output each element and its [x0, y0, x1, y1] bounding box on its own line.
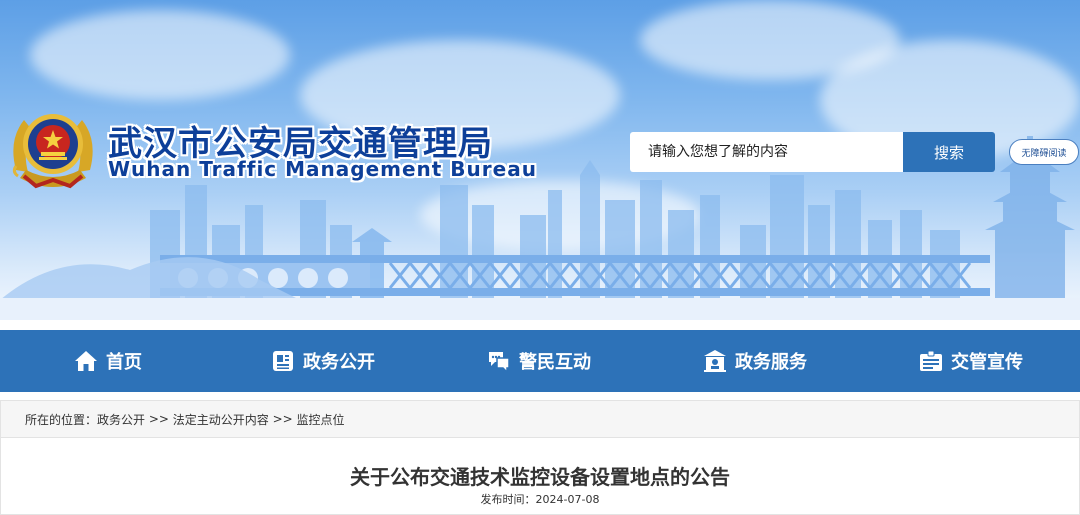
nav-item-label: 政务服务	[735, 352, 807, 373]
breadcrumb-separator: >>	[145, 412, 173, 426]
publish-date: 发布时间：2024-07-08	[1, 491, 1079, 507]
police-emblem-logo	[12, 114, 93, 189]
site-title-english: Wuhan Traffic Management Bureau	[108, 157, 537, 181]
publish-date-label: 发布时间：	[480, 493, 536, 506]
breadcrumb: 所在的位置： 政务公开 >> 法定主动公开内容 >> 监控点位	[1, 401, 1079, 438]
accessibility-button[interactable]: 无障碍阅读	[1009, 139, 1079, 165]
search-button[interactable]: 搜索	[903, 132, 995, 172]
header-banner: 武汉市公安局交通管理局 Wuhan Traffic Management Bur…	[0, 0, 1080, 320]
nav-item-label: 首页	[106, 352, 142, 373]
breadcrumb-item[interactable]: 政务公开	[97, 411, 145, 428]
nav-item-police-interaction[interactable]: 警民互动	[487, 330, 591, 392]
nav-item-traffic-publicity[interactable]: 交管宣传	[919, 330, 1023, 392]
service-building-icon	[704, 350, 726, 372]
main-navigation: 首页 政务公开 警民互动 政务服务 交管宣传	[0, 330, 1080, 392]
search-input[interactable]	[630, 132, 903, 172]
publish-date-value: 2024-07-08	[535, 493, 600, 506]
breadcrumb-item[interactable]: 监控点位	[297, 411, 345, 428]
breadcrumb-item[interactable]: 法定主动公开内容	[173, 411, 269, 428]
breadcrumb-label: 所在的位置：	[25, 412, 98, 427]
article-panel: 所在的位置： 政务公开 >> 法定主动公开内容 >> 监控点位 关于公布交通技术…	[0, 400, 1080, 515]
article-title: 关于公布交通技术监控设备设置地点的公告	[350, 465, 730, 489]
home-icon	[75, 351, 97, 371]
nav-item-government-affairs[interactable]: 政务公开	[271, 330, 375, 392]
id-card-icon	[920, 350, 942, 371]
breadcrumb-separator: >>	[268, 412, 297, 426]
nav-item-label: 政务公开	[303, 352, 375, 373]
nav-item-government-services[interactable]: 政务服务	[703, 330, 807, 392]
nav-item-label: 警民互动	[519, 352, 591, 373]
nav-item-home[interactable]: 首页	[74, 330, 142, 392]
nav-item-label: 交管宣传	[951, 352, 1023, 373]
document-icon	[273, 351, 293, 371]
chat-icon	[489, 352, 510, 373]
